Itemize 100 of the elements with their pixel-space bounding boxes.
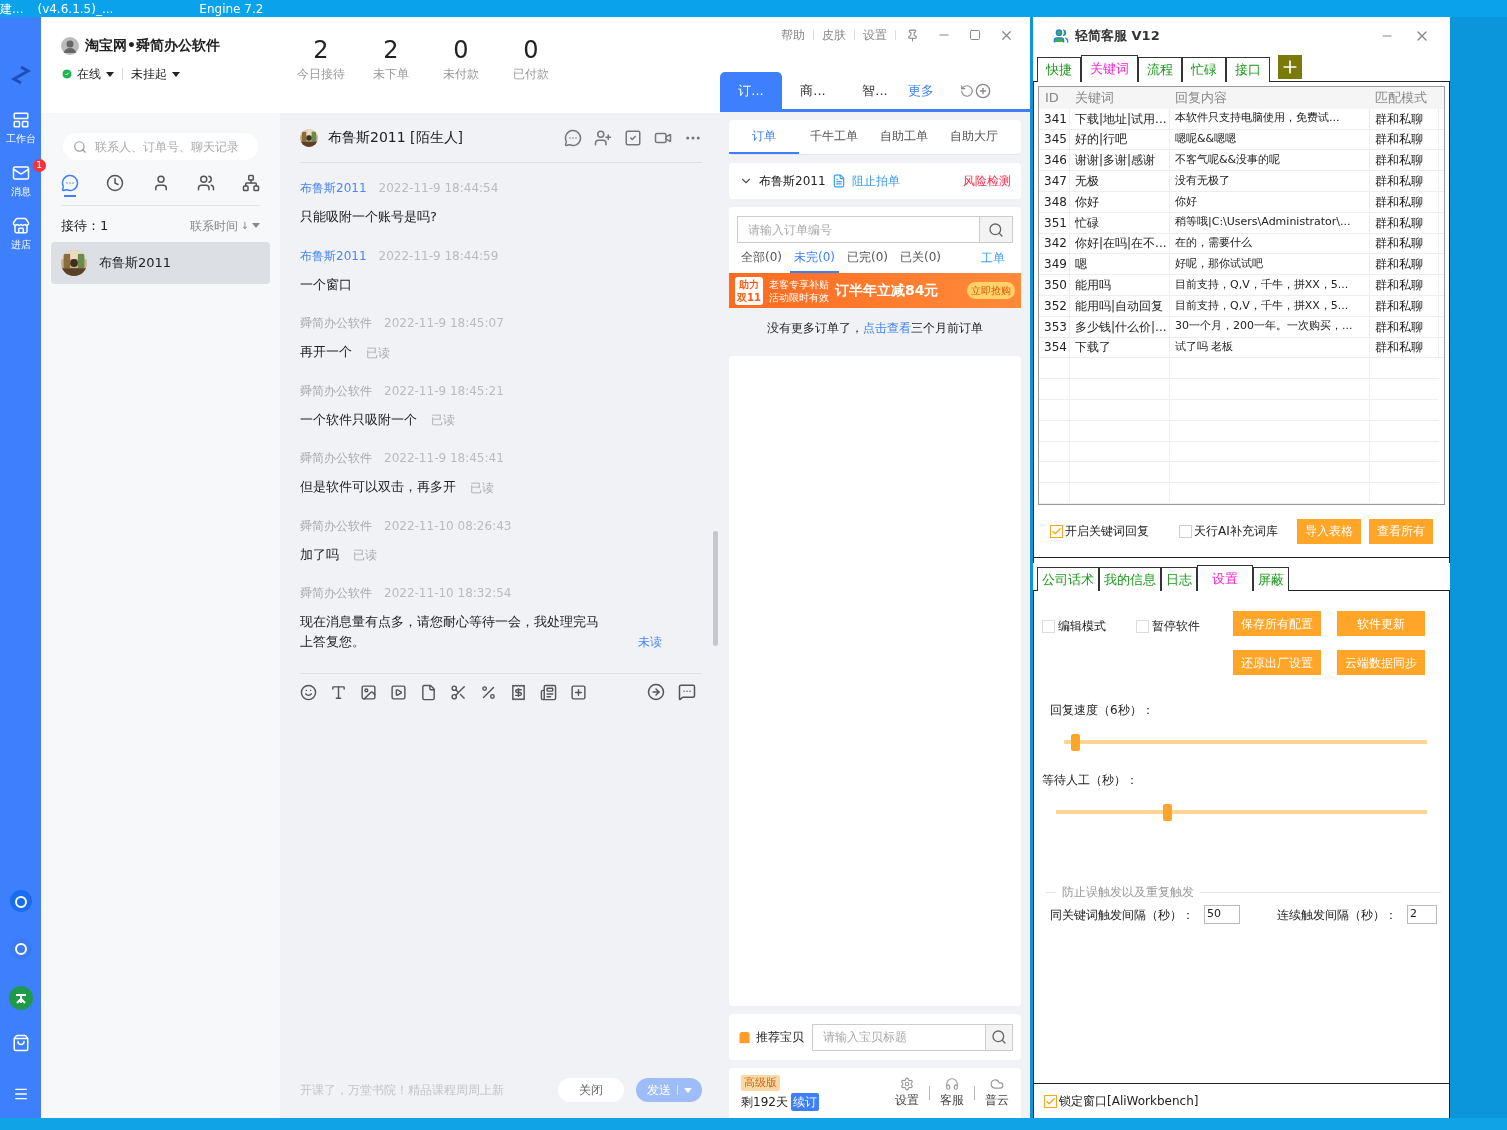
taskbar-item[interactable]: 建...	[0, 0, 24, 18]
maximize-icon[interactable]	[969, 29, 981, 41]
tab[interactable]: 快捷	[1037, 57, 1081, 82]
sidebar-icon[interactable]	[11, 111, 30, 129]
close-button[interactable]: 关闭	[558, 1078, 624, 1102]
app-icon[interactable]	[8, 986, 33, 1010]
quick-reply-icon[interactable]	[678, 683, 696, 701]
action-button[interactable]: 导入表格	[1297, 518, 1361, 544]
tab[interactable]: 忙碌	[1182, 57, 1226, 82]
renew-button[interactable]: 续订	[790, 1093, 819, 1112]
option-label[interactable]: 开启关键词回复	[1065, 522, 1149, 540]
panel-tab[interactable]: 智...	[844, 72, 906, 109]
checkbox-icon[interactable]	[624, 128, 642, 147]
hang-dropdown[interactable]: 未挂起	[131, 65, 180, 83]
tab[interactable]: 公司话术	[1037, 567, 1099, 591]
more-link[interactable]: 更多	[908, 72, 934, 109]
sidebar-icon[interactable]	[11, 164, 30, 182]
checkbox[interactable]	[1136, 619, 1149, 633]
contact-item[interactable]: 布鲁斯2011	[51, 241, 270, 284]
tab[interactable]: 流程	[1138, 57, 1182, 82]
column-header[interactable]: ID	[1039, 88, 1069, 108]
scissors-icon[interactable]	[450, 683, 467, 701]
footer-tool[interactable]: 普云	[985, 1077, 1009, 1109]
order-subtab[interactable]: 自助工单	[869, 120, 939, 154]
action-button[interactable]: 保存所有配置	[1233, 611, 1321, 636]
action-button[interactable]: 还原出厂设置	[1233, 650, 1321, 675]
option-label[interactable]: 锁定窗口[AliWorkbench]	[1059, 1092, 1199, 1110]
tab[interactable]: 关键词	[1081, 55, 1138, 82]
risk-link[interactable]: 风险检测	[963, 172, 1011, 190]
menu-link[interactable]: 皮肤	[822, 26, 846, 44]
panel-tab[interactable]: 商...	[782, 72, 844, 109]
checkbox[interactable]	[1044, 1094, 1057, 1108]
footer-tool[interactable]: 客服	[940, 1077, 964, 1109]
action-button[interactable]: 查看所有	[1369, 518, 1433, 544]
add-icon[interactable]	[975, 82, 991, 99]
column-header[interactable]: 匹配模式	[1369, 88, 1439, 108]
tab[interactable]: 我的信息	[1099, 567, 1161, 591]
app-icon[interactable]	[9, 890, 32, 912]
percent-icon[interactable]	[480, 683, 497, 701]
promo-cta[interactable]: 立即抢购	[967, 282, 1015, 299]
file-icon[interactable]	[420, 683, 437, 701]
tab[interactable]: 设置	[1197, 565, 1253, 591]
add-user-icon[interactable]	[594, 128, 612, 147]
menu-link[interactable]: 帮助	[781, 26, 805, 44]
tab[interactable]: 屏蔽	[1253, 567, 1289, 591]
action-button[interactable]: 软件更新	[1337, 611, 1425, 636]
block-link[interactable]: 阻止拍单	[851, 172, 900, 190]
refresh-icon[interactable]	[960, 83, 974, 98]
add-tab-button[interactable]	[1278, 55, 1302, 79]
interval-field[interactable]: 2	[1407, 905, 1437, 924]
tab[interactable]: 日志	[1161, 567, 1197, 591]
taskbar-item[interactable]: (v4.6.1.5)_...	[37, 0, 114, 18]
footer-tool[interactable]: 设置	[895, 1077, 919, 1109]
order-filter[interactable]: 全部(0)	[737, 243, 786, 273]
slider-thumb[interactable]	[1070, 733, 1080, 751]
column-header[interactable]: 关键词	[1069, 88, 1169, 108]
search-field[interactable]: 联系人、订单号、聊天记录	[63, 133, 258, 160]
option-label[interactable]: 暂停软件	[1152, 617, 1200, 635]
taskbar-item[interactable]: Engine 7.2	[199, 0, 264, 18]
history-link[interactable]: 点击查看	[863, 321, 911, 335]
action-button[interactable]: 云端数据同步	[1337, 650, 1425, 675]
pin-icon[interactable]	[906, 28, 919, 42]
chat-icon[interactable]	[564, 128, 582, 147]
order-subtab[interactable]: 千牛工单	[799, 120, 869, 154]
checkbox[interactable]	[1050, 524, 1063, 538]
menu-link[interactable]: 设置	[863, 26, 887, 44]
status-dropdown[interactable]: 在线	[77, 65, 114, 83]
card-icon[interactable]	[540, 683, 557, 701]
sidebar-label[interactable]: 工作台	[5, 131, 36, 146]
image-icon[interactable]	[360, 683, 377, 701]
interval-field[interactable]: 50	[1204, 905, 1240, 924]
option-label[interactable]: 编辑模式	[1058, 617, 1106, 635]
receipt-icon[interactable]	[510, 683, 527, 701]
sidebar-label[interactable]: 消息	[10, 184, 31, 199]
sort-dropdown[interactable]: 联系时间 ↓	[189, 216, 260, 235]
emoji-icon[interactable]	[300, 683, 317, 701]
column-header[interactable]: 回复内容	[1169, 88, 1369, 108]
bag-icon[interactable]	[11, 1034, 30, 1052]
forward-icon[interactable]	[647, 683, 665, 701]
slider[interactable]	[1064, 733, 1427, 751]
slider-thumb[interactable]	[1163, 803, 1173, 821]
checkbox[interactable]	[1042, 619, 1055, 633]
workorder-link[interactable]: 工单	[981, 249, 1005, 267]
contact-tab[interactable]	[61, 174, 79, 197]
video-icon[interactable]	[390, 683, 407, 701]
order-subtab[interactable]: 订单	[729, 120, 799, 154]
panel-tab[interactable]: 订...	[720, 72, 782, 109]
order-subtab[interactable]: 自助大厅	[939, 120, 1009, 154]
add-icon[interactable]	[570, 683, 587, 701]
option-label[interactable]: 天行AI补充词库	[1194, 522, 1278, 540]
order-filter[interactable]: 已完(0)	[843, 243, 892, 273]
sidebar-icon[interactable]	[11, 217, 30, 235]
text-icon[interactable]	[330, 683, 347, 701]
document-icon[interactable]	[831, 174, 846, 188]
slider[interactable]	[1056, 803, 1427, 821]
sidebar-label[interactable]: 进店	[10, 237, 31, 252]
menu-icon[interactable]	[12, 1086, 29, 1102]
tab[interactable]: 接口	[1226, 57, 1270, 82]
app-icon[interactable]	[9, 938, 32, 960]
order-filter[interactable]: 已关(0)	[896, 243, 945, 273]
